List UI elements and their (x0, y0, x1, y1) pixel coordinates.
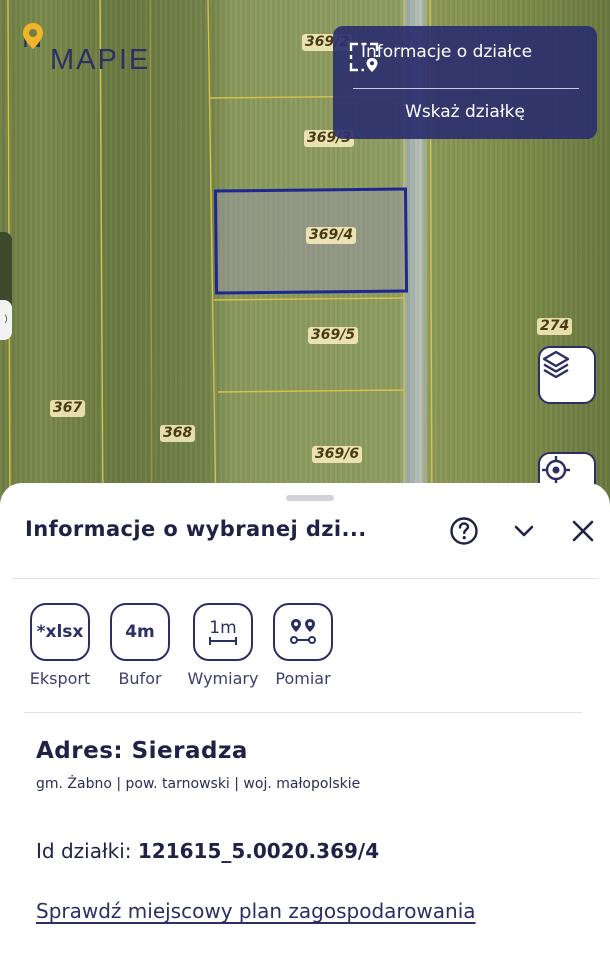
logo-pin-icon (23, 23, 43, 49)
header-divider (12, 578, 598, 579)
crosshair-icon (542, 456, 570, 484)
parcel-label[interactable]: 367 (50, 400, 86, 417)
address-title: Adres: Sieradza (36, 738, 248, 764)
side-panel-tab-label[interactable]: ) (0, 300, 12, 340)
measure-button[interactable] (273, 603, 333, 661)
dimensions-text: 1m (209, 618, 237, 638)
measure-pins-icon (290, 619, 316, 644)
sheet-title: Informacje o wybranej dzi... (25, 517, 367, 541)
parcel-id-value: 121615_5.0020.369/4 (137, 839, 380, 863)
parcel-id: Id działki: 121615_5.0020.369/4 (36, 839, 379, 863)
map-view[interactable]: 369/2 369/3 369/4 369/5 369/6 367 368 27… (0, 0, 610, 520)
parcel-info-label: Informacje o działce (361, 42, 533, 62)
help-icon (450, 517, 478, 545)
export-xlsx-text: *xlsx (36, 622, 84, 642)
tool-label-export: Eksport (29, 669, 91, 688)
export-xlsx-button[interactable]: *xlsx (30, 603, 90, 661)
parcel-info-panel: Informacje o działce Wskaż działkę (333, 26, 597, 139)
dimensions-tool[interactable]: 1m Wymiary (182, 603, 264, 688)
layers-button[interactable] (538, 346, 596, 404)
dimensions-button[interactable]: 1m (193, 603, 253, 661)
parcel-label[interactable]: 369/5 (308, 327, 359, 344)
parcel-label[interactable]: 274 (537, 318, 573, 335)
collapse-button[interactable] (508, 515, 540, 547)
sheet-drag-handle[interactable] (286, 495, 334, 501)
parcel-label-selected[interactable]: 369/4 (306, 227, 357, 244)
tools-row: *xlsx Eksport 4m Bufor 1m Wymiary Pomiar (22, 603, 336, 688)
zoning-plan-link[interactable]: Sprawdź miejscowy plan zagospodarowania (36, 899, 476, 923)
help-button[interactable] (448, 515, 480, 547)
select-area-pin-icon (349, 42, 379, 72)
buffer-text: 4m (125, 622, 155, 642)
tool-label-measure: Pomiar (275, 669, 331, 688)
buffer-button[interactable]: 4m (110, 603, 170, 661)
tool-label-dimensions: Wymiary (187, 669, 259, 688)
parcel-details-sheet: Informacje o wybranej dzi... *xlsx Ekspo… (0, 483, 610, 960)
measure-tool[interactable]: Pomiar (270, 603, 336, 688)
address-subtitle: gm. Żabno | pow. tarnowski | woj. małopo… (36, 776, 361, 792)
chevron-down-icon (514, 525, 534, 537)
parcel-label[interactable]: 368 (160, 425, 196, 442)
logo-text-mapie: MAPIE (50, 44, 151, 76)
ruler-icon (209, 637, 237, 645)
panel-divider (353, 88, 579, 89)
tool-label-buffer: Bufor (118, 669, 162, 688)
tools-divider (24, 712, 582, 713)
layers-icon (542, 350, 570, 379)
buffer-tool[interactable]: 4m Bufor (102, 603, 178, 688)
parcel-info-button[interactable]: Informacje o działce (349, 42, 533, 72)
close-button[interactable] (567, 515, 599, 547)
select-parcel-button[interactable]: Wskaż działkę (333, 102, 597, 122)
export-tool[interactable]: *xlsx Eksport (22, 603, 98, 688)
parcel-label[interactable]: 369/6 (312, 446, 363, 463)
parcel-id-label: Id działki: (36, 839, 138, 863)
close-icon (572, 520, 594, 542)
